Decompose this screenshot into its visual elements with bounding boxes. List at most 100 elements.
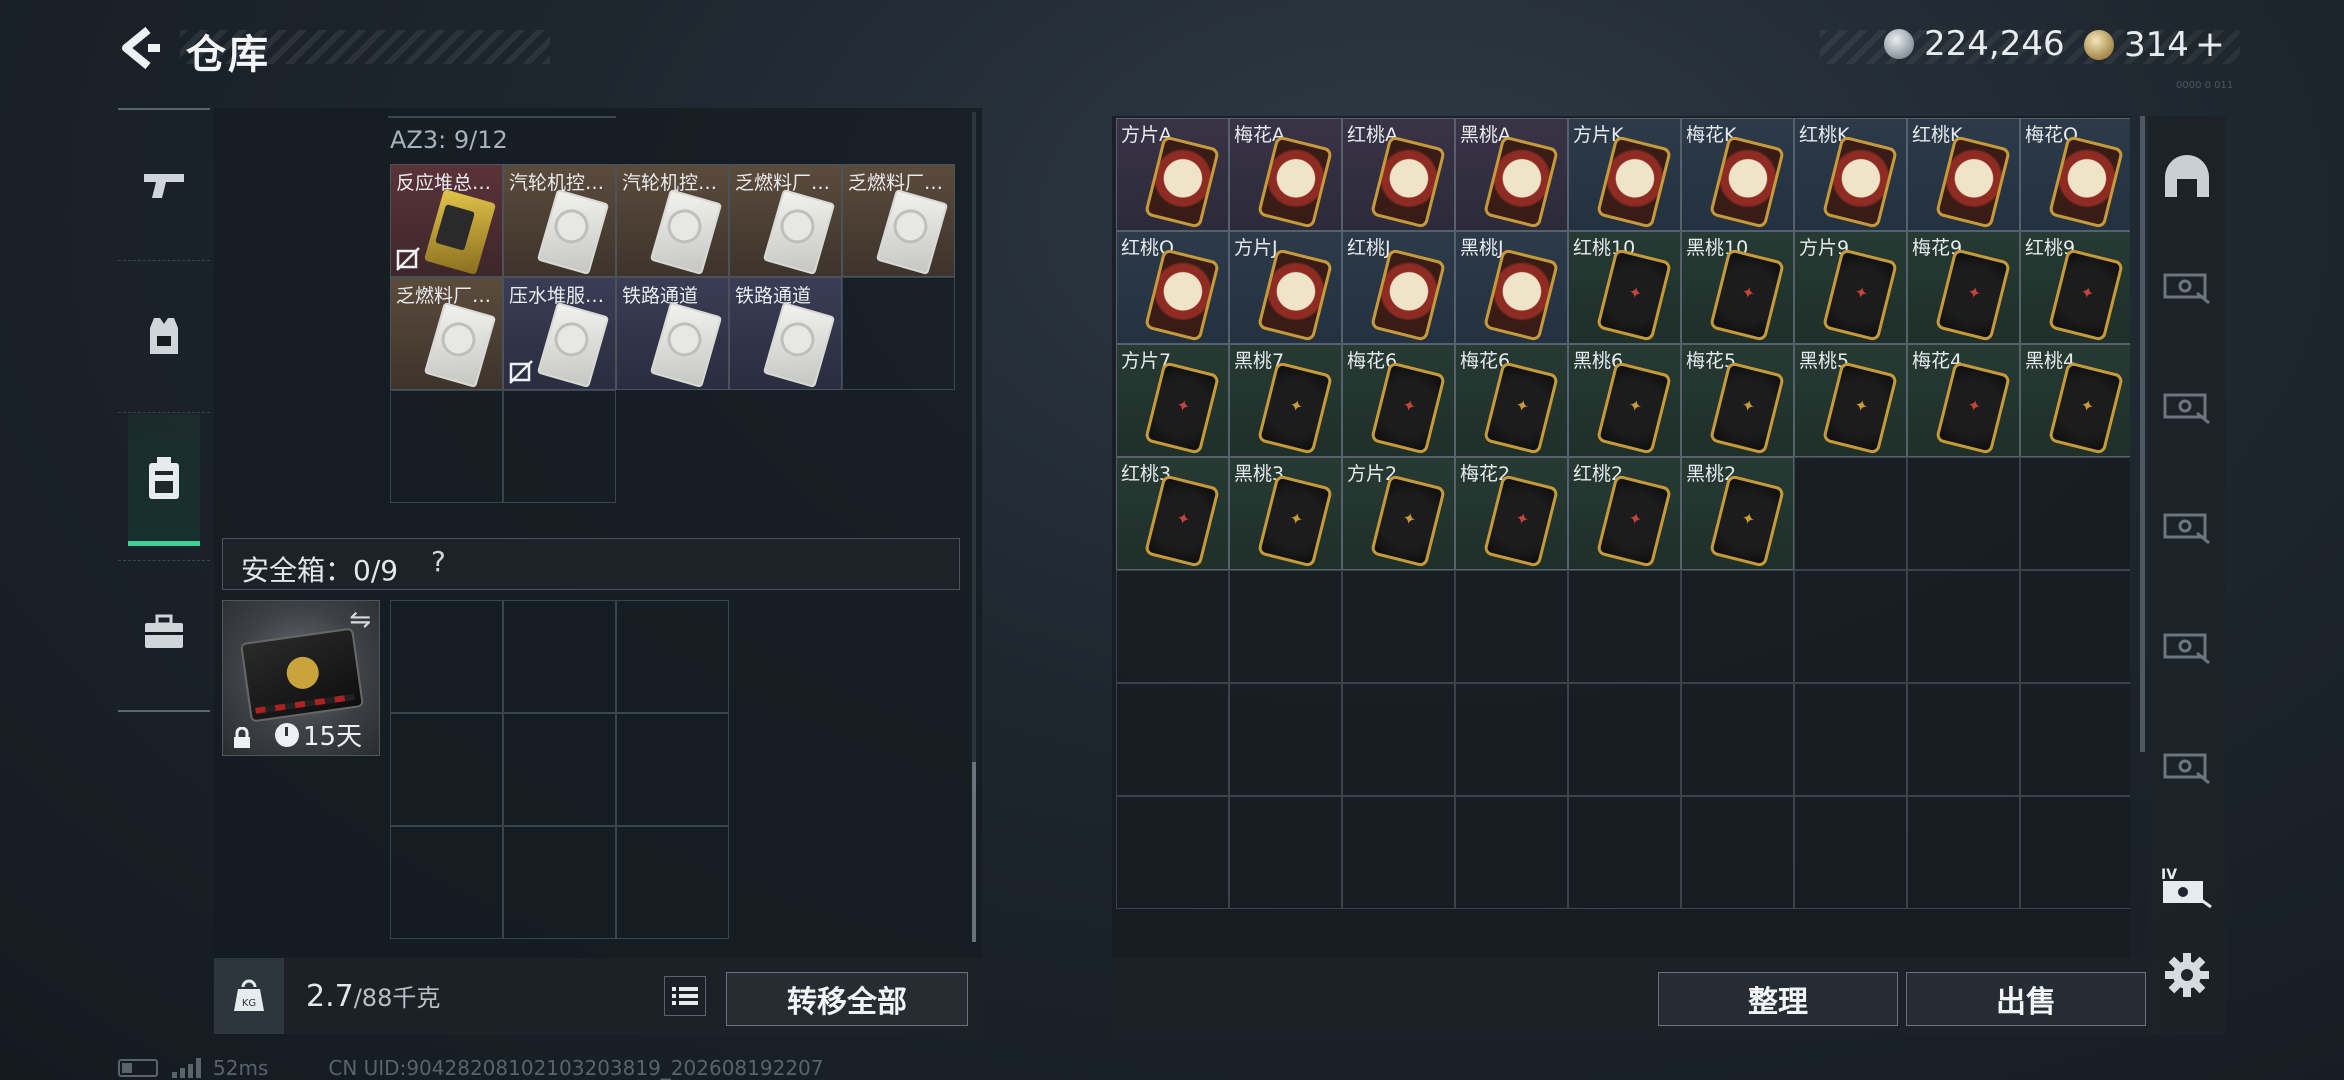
help-icon[interactable]: ? (431, 545, 446, 578)
warehouse-slot[interactable] (1229, 570, 1342, 683)
backpack-item[interactable]: 乏燃料厂… (842, 164, 955, 277)
warehouse-slot[interactable] (2020, 570, 2130, 683)
poker-card-item[interactable]: 方片9 (1794, 231, 1907, 344)
poker-card-item[interactable]: 梅花4 (1907, 344, 2020, 457)
list-view-button[interactable] (664, 976, 706, 1016)
warehouse-slot[interactable] (1455, 796, 1568, 909)
warehouse-slot[interactable] (1568, 570, 1681, 683)
poker-card-item[interactable]: 方片A (1116, 118, 1229, 231)
poker-card-item[interactable]: 红桃9 (2020, 231, 2130, 344)
safebox-slot[interactable] (503, 826, 616, 939)
warehouse-slot[interactable] (1681, 683, 1794, 796)
warehouse-slot[interactable] (1794, 683, 1907, 796)
warehouse-slot[interactable] (2020, 796, 2130, 909)
safebox-slot[interactable] (503, 713, 616, 826)
settings-gear-icon[interactable] (2162, 950, 2212, 1000)
tab-storage-4[interactable] (2156, 616, 2218, 678)
backpack-slot[interactable] (842, 277, 955, 390)
warehouse-slot[interactable] (1342, 570, 1455, 683)
safebox-slot[interactable] (390, 826, 503, 939)
warehouse-slot[interactable] (1229, 796, 1342, 909)
backpack-item[interactable]: 乏燃料厂… (729, 164, 842, 277)
poker-card-item[interactable]: 方片K (1568, 118, 1681, 231)
poker-card-item[interactable]: 黑桃5 (1794, 344, 1907, 457)
scroll-thumb[interactable] (972, 762, 976, 942)
sort-button[interactable]: 整理 (1658, 972, 1898, 1026)
warehouse-slot[interactable] (1907, 457, 2020, 570)
backpack-slot[interactable] (503, 390, 616, 503)
warehouse-slot[interactable] (1229, 683, 1342, 796)
poker-card-item[interactable]: 红桃K (1794, 118, 1907, 231)
tab-storage-6[interactable]: IV (2156, 856, 2218, 918)
warehouse-slot[interactable] (1568, 683, 1681, 796)
warehouse-slot[interactable] (1455, 683, 1568, 796)
warehouse-slot[interactable] (1681, 570, 1794, 683)
safebox-case[interactable]: ⇋ 15天 (222, 600, 380, 756)
warehouse-slot[interactable] (2020, 457, 2130, 570)
backpack-item[interactable]: 乏燃料厂… (390, 277, 503, 390)
warehouse-slot[interactable] (1907, 683, 2020, 796)
safebox-slot[interactable] (503, 600, 616, 713)
poker-card-item[interactable]: 黑桃A (1455, 118, 1568, 231)
warehouse-slot[interactable] (1907, 796, 2020, 909)
safebox-slot[interactable] (390, 713, 503, 826)
backpack-item[interactable]: 铁路通道 (616, 277, 729, 390)
poker-card-item[interactable]: 梅花A (1229, 118, 1342, 231)
backpack-item[interactable]: 压水堆服… (503, 277, 616, 390)
tab-storage-1[interactable] (2156, 256, 2218, 318)
poker-card-item[interactable]: 黑桃2 (1681, 457, 1794, 570)
poker-card-item[interactable]: 红桃2 (1568, 457, 1681, 570)
warehouse-slot[interactable] (1342, 796, 1455, 909)
poker-card-item[interactable]: 红桃A (1342, 118, 1455, 231)
poker-card-item[interactable]: 方片J (1229, 231, 1342, 344)
poker-card-item[interactable]: 梅花5 (1681, 344, 1794, 457)
tab-helmet[interactable] (2156, 146, 2218, 208)
transfer-all-button[interactable]: 转移全部 (726, 972, 968, 1026)
warehouse-slot[interactable] (1681, 796, 1794, 909)
backpack-item[interactable]: 铁路通道 (729, 277, 842, 390)
nav-backpack[interactable] (128, 414, 200, 546)
poker-card-item[interactable]: 红桃J (1342, 231, 1455, 344)
back-arrow-icon[interactable] (112, 22, 164, 74)
backpack-item[interactable]: 汽轮机控… (503, 164, 616, 277)
safebox-slot[interactable] (616, 713, 729, 826)
poker-card-item[interactable]: 方片2 (1342, 457, 1455, 570)
add-currency-button[interactable]: + (2195, 24, 2225, 65)
backpack-item[interactable]: 汽轮机控… (616, 164, 729, 277)
poker-card-item[interactable]: 红桃10 (1568, 231, 1681, 344)
warehouse-slot[interactable] (1455, 570, 1568, 683)
warehouse-slot[interactable] (1116, 683, 1229, 796)
poker-card-item[interactable]: 红桃3 (1116, 457, 1229, 570)
nav-weapon[interactable] (128, 118, 200, 250)
warehouse-slot[interactable] (1116, 570, 1229, 683)
poker-card-item[interactable]: 梅花6 (1342, 344, 1455, 457)
warehouse-slot[interactable] (1794, 796, 1907, 909)
poker-card-item[interactable]: 黑桃4 (2020, 344, 2130, 457)
warehouse-slot[interactable] (2020, 683, 2130, 796)
poker-card-item[interactable]: 梅花K (1681, 118, 1794, 231)
sell-button[interactable]: 出售 (1906, 972, 2146, 1026)
warehouse-slot[interactable] (1568, 796, 1681, 909)
nav-case[interactable] (128, 566, 200, 698)
warehouse-slot[interactable] (1794, 457, 1907, 570)
warehouse-scrollbar[interactable] (2140, 116, 2145, 752)
poker-card-item[interactable]: 梅花Q (2020, 118, 2130, 231)
nav-armor[interactable] (128, 270, 200, 402)
tab-storage-5[interactable] (2156, 736, 2218, 798)
safebox-slot[interactable] (616, 826, 729, 939)
tab-storage-2[interactable] (2156, 376, 2218, 438)
safebox-slot[interactable] (390, 600, 503, 713)
poker-card-item[interactable]: 红桃Q (1116, 231, 1229, 344)
warehouse-slot[interactable] (1342, 683, 1455, 796)
poker-card-item[interactable]: 红桃K (1907, 118, 2020, 231)
poker-card-item[interactable]: 方片7 (1116, 344, 1229, 457)
poker-card-item[interactable]: 黑桃6 (1568, 344, 1681, 457)
warehouse-slot[interactable] (1116, 796, 1229, 909)
poker-card-item[interactable]: 梅花2 (1455, 457, 1568, 570)
poker-card-item[interactable]: 梅花9 (1907, 231, 2020, 344)
poker-card-item[interactable]: 黑桃J (1455, 231, 1568, 344)
backpack-slot[interactable] (390, 390, 503, 503)
backpack-item[interactable]: 反应堆总… (390, 164, 503, 277)
backpack-scrollbar[interactable] (972, 112, 976, 942)
warehouse-slot[interactable] (1794, 570, 1907, 683)
